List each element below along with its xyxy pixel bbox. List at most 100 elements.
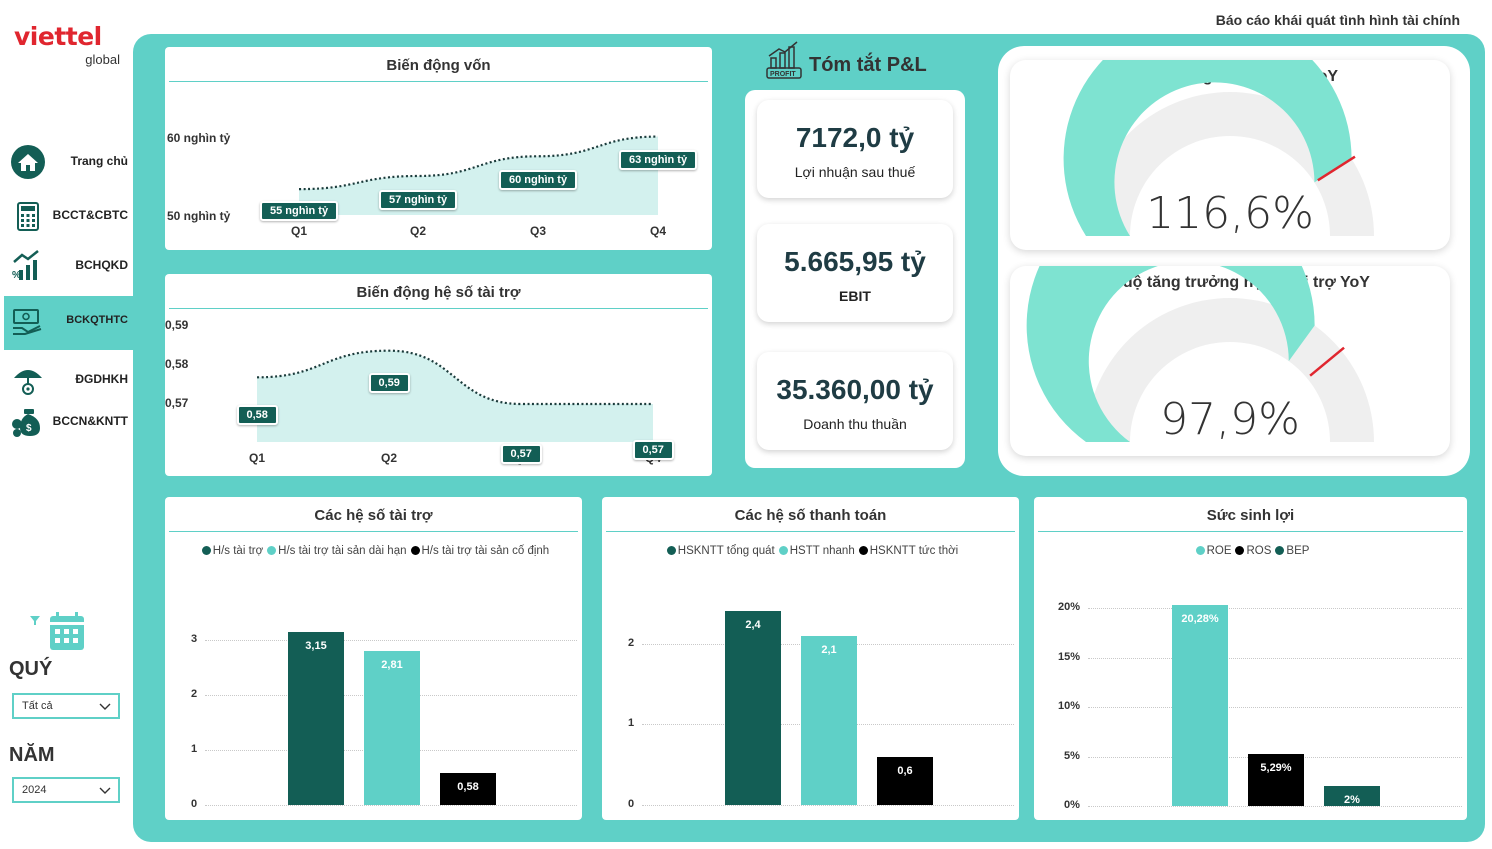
sidebar-item-label: BCKQTHTC: [66, 314, 128, 326]
viettel-logo[interactable]: viettel global: [14, 22, 124, 70]
legend-entry[interactable]: ROE: [1207, 545, 1232, 557]
bar[interactable]: [1172, 605, 1228, 806]
gridline: [205, 805, 577, 806]
legend-entry[interactable]: H/s tài trợ tài sản cố định: [422, 545, 550, 557]
quarter-dropdown[interactable]: Tất cả: [12, 693, 120, 719]
bar-data-label: 0,6: [897, 764, 913, 777]
gauge-card-capital-growth[interactable]: Tốc độ tăng trưởng vốn YoY 116,6%: [1010, 60, 1450, 250]
kpi-value: 35.360,00 tỷ: [776, 374, 934, 405]
sidebar-item-bckqthtc[interactable]: BCKQTHTC: [4, 296, 134, 350]
legend-entry[interactable]: H/s tài trợ tài sản dài hạn: [278, 545, 406, 557]
home-icon: [11, 145, 45, 179]
sidebar-item-label: BCHQKD: [75, 258, 128, 272]
legend-entry[interactable]: HSTT nhanh: [790, 545, 855, 557]
gridline: [642, 805, 1014, 806]
growth-chart-icon: %: [12, 250, 39, 281]
gridline: [1088, 608, 1462, 609]
gridline: [205, 640, 577, 642]
sidebar-item-bchqkd[interactable]: % BCHQKD: [4, 240, 134, 292]
kpi-label: EBIT: [839, 288, 871, 304]
capital-labels: 55 nghìn tỷ 57 nghìn tỷ 60 nghìn tỷ 63 nghì…: [165, 47, 712, 250]
sidebar-item-label: Trang chủ: [70, 154, 128, 168]
year-filter-label: NĂM: [9, 744, 55, 766]
calculator-icon: [17, 202, 39, 231]
chart-legend: ROE ROS BEP: [1034, 545, 1467, 557]
brand-sub: global: [85, 52, 120, 67]
bar-data-label: 20,28%: [1181, 613, 1219, 626]
data-label: 55 nghìn tỷ: [260, 201, 339, 222]
bar-plot-area[interactable]: 3 2 1 0 3,15 2,81 0,58: [187, 613, 577, 810]
legend-swatch: [778, 546, 788, 555]
profit-chart-icon: PROFIT: [766, 41, 802, 79]
gridline: [1088, 657, 1462, 659]
bar-data-label: 2,1: [821, 643, 837, 656]
gridline: [1088, 707, 1462, 708]
kpi-value: 7172,0 tỷ: [795, 122, 915, 153]
data-label: 0,57: [632, 440, 674, 460]
year-dropdown[interactable]: 2024: [12, 777, 120, 803]
funding-ratio-labels: 0,58 0,59 0,57 0,57: [165, 274, 712, 476]
capital-chart-card: Biến động vốn 60 nghìn tỷ 50 nghìn tỷ Q1…: [165, 47, 712, 250]
quarter-value: Tất cả: [22, 700, 53, 712]
kpi-card-revenue[interactable]: 35.360,00 tỷ Doanh thu thuần: [757, 352, 953, 450]
chart-legend: H/s tài trợ H/s tài trợ tài sản dài hạn H/…: [165, 545, 582, 557]
data-label: 63 nghìn tỷ: [619, 149, 698, 170]
bar[interactable]: [288, 632, 344, 805]
bar-data-label: 5,29%: [1260, 761, 1292, 774]
y-tick-label: 0: [628, 798, 635, 810]
legend-swatch: [410, 546, 420, 555]
legend-swatch: [858, 546, 868, 555]
year-value: 2024: [22, 784, 47, 796]
liquidity-ratios-card: Các hệ số thanh toán HSKNTT tổng quát HST…: [602, 497, 1019, 820]
kpi-card-net-profit[interactable]: 7172,0 tỷ Lợi nhuận sau thuế: [757, 100, 953, 198]
cash-hand-icon: [13, 309, 42, 335]
bar-data-label: 2,81: [381, 658, 403, 671]
y-tick-label: 1: [628, 717, 635, 730]
funding-ratio-chart-card: Biến động hệ số tài trợ 0,59 0,58 0,57 Q…: [165, 274, 712, 476]
umbrella-icon: [14, 370, 42, 395]
chevron-down-icon: [99, 787, 111, 794]
bar[interactable]: [364, 650, 420, 805]
calendar-filter-icon: [30, 612, 84, 650]
bar[interactable]: [725, 611, 781, 805]
bar-plot-area[interactable]: 20% 15% 10% 5% 0% 20,28% 5,29% 2%: [1058, 601, 1462, 811]
divider: [1038, 531, 1463, 532]
pl-title: Tóm tắt P&L: [809, 54, 927, 76]
profitability-card: Sức sinh lợi ROE ROS BEP 20% 15% 10% 5% 0% 20,2…: [1034, 497, 1467, 820]
kpi-card-ebit[interactable]: 5.665,95 tỷ EBIT: [757, 224, 953, 322]
y-tick-label: 5%: [1064, 749, 1080, 762]
quarter-filter-label: QUÝ: [9, 658, 53, 680]
sidebar-item-bccn[interactable]: $ BCCN&KNTT: [4, 396, 134, 448]
legend-entry[interactable]: ROS: [1246, 545, 1271, 557]
sidebar-item-home[interactable]: Trang chủ: [4, 136, 134, 188]
sidebar-item-bcct[interactable]: BCCT&CBTC: [4, 190, 134, 242]
legend-entry[interactable]: H/s tài trợ: [213, 545, 263, 557]
legend-entry[interactable]: HSKNTT tức thời: [870, 545, 959, 557]
gauge-value: 97,9%: [1160, 394, 1300, 445]
legend-swatch: [201, 546, 211, 555]
brand-name: viettel: [14, 22, 102, 51]
svg-text:$: $: [26, 423, 32, 434]
legend-swatch: [267, 546, 277, 555]
legend-entry[interactable]: BEP: [1286, 545, 1309, 557]
y-tick-label: 2: [628, 636, 635, 649]
kpi-label: Doanh thu thuần: [803, 416, 907, 432]
legend-swatch: [1235, 546, 1245, 555]
legend-entry[interactable]: HSKNTT tổng quát: [678, 545, 775, 557]
legend-swatch: [1275, 546, 1285, 555]
gauge-value: 116,6%: [1146, 188, 1314, 239]
data-label: 60 nghìn tỷ: [499, 170, 578, 191]
gauge-card-funding-growth[interactable]: Tốc độ tăng trưởng hệ số tài trợ YoY 97,…: [1010, 266, 1450, 456]
sidebar-item-label: BCCN&KNTT: [52, 414, 128, 428]
y-tick-label: 15%: [1058, 650, 1081, 663]
bar-data-label: 0,58: [457, 781, 479, 794]
data-label: 0,59: [368, 372, 410, 393]
divider: [169, 531, 578, 532]
gridline: [1088, 806, 1462, 807]
bar-plot-area[interactable]: 2 1 0 2,4 2,1 0,6: [624, 579, 1014, 810]
bar-chart-title: Sức sinh lợi: [1206, 507, 1295, 524]
bar[interactable]: [801, 635, 857, 805]
bar-chart-title: Các hệ số tài trợ: [314, 507, 433, 524]
legend-swatch: [1195, 546, 1205, 555]
bar-chart-title: Các hệ số thanh toán: [734, 507, 887, 524]
